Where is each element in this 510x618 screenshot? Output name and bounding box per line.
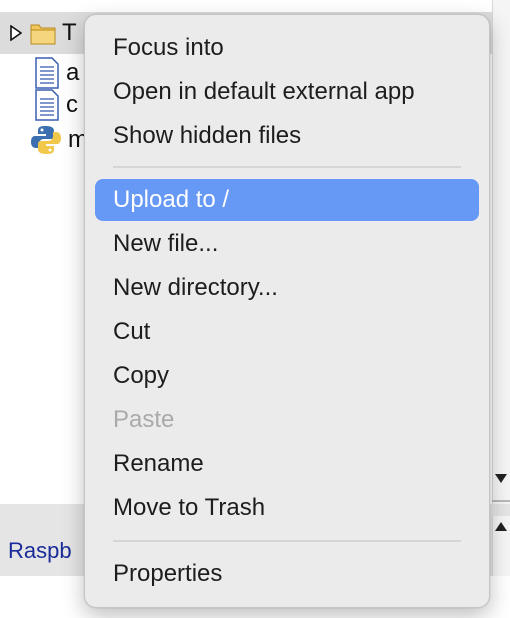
menu-item-properties[interactable]: Properties: [95, 553, 479, 595]
scroll-down-arrow-icon[interactable]: [495, 474, 507, 483]
menu-item-rename[interactable]: Rename: [95, 443, 479, 485]
menu-item-focus-into[interactable]: Focus into: [95, 27, 479, 69]
menu-item-new-file[interactable]: New file...: [95, 223, 479, 265]
menu-item-show-hidden-files[interactable]: Show hidden files: [95, 115, 479, 157]
pane-divider[interactable]: [492, 500, 510, 502]
menu-item-move-to-trash[interactable]: Move to Trash: [95, 487, 479, 529]
menu-item-new-directory[interactable]: New directory...: [95, 267, 479, 309]
menu-item-open-in-default-external-app[interactable]: Open in default external app: [95, 71, 479, 113]
file-browser-window: T a c m Raspb Focus into Open in default…: [0, 0, 510, 618]
menu-item-upload-to[interactable]: Upload to /: [95, 179, 479, 221]
menu-item-copy[interactable]: Copy: [95, 355, 479, 397]
disclosure-triangle-icon[interactable]: [10, 25, 22, 41]
text-file-icon: [35, 89, 59, 121]
tree-item-label: T: [62, 19, 77, 46]
tree-row-file[interactable]: m: [0, 119, 88, 161]
scroll-up-arrow-icon[interactable]: [495, 522, 507, 531]
menu-item-cut[interactable]: Cut: [95, 311, 479, 353]
status-bar-text: Raspb: [8, 538, 72, 563]
tree-vertical-scrollbar[interactable]: [492, 0, 510, 504]
menu-separator: [113, 540, 461, 542]
menu-item-paste: Paste: [113, 406, 175, 433]
menu-separator: [113, 166, 461, 168]
python-file-icon: [31, 126, 61, 154]
context-menu: Focus into Open in default external app …: [84, 14, 490, 608]
folder-icon: [30, 24, 56, 45]
tree-item-label: c: [66, 91, 78, 118]
tree-item-label: a: [66, 59, 80, 86]
